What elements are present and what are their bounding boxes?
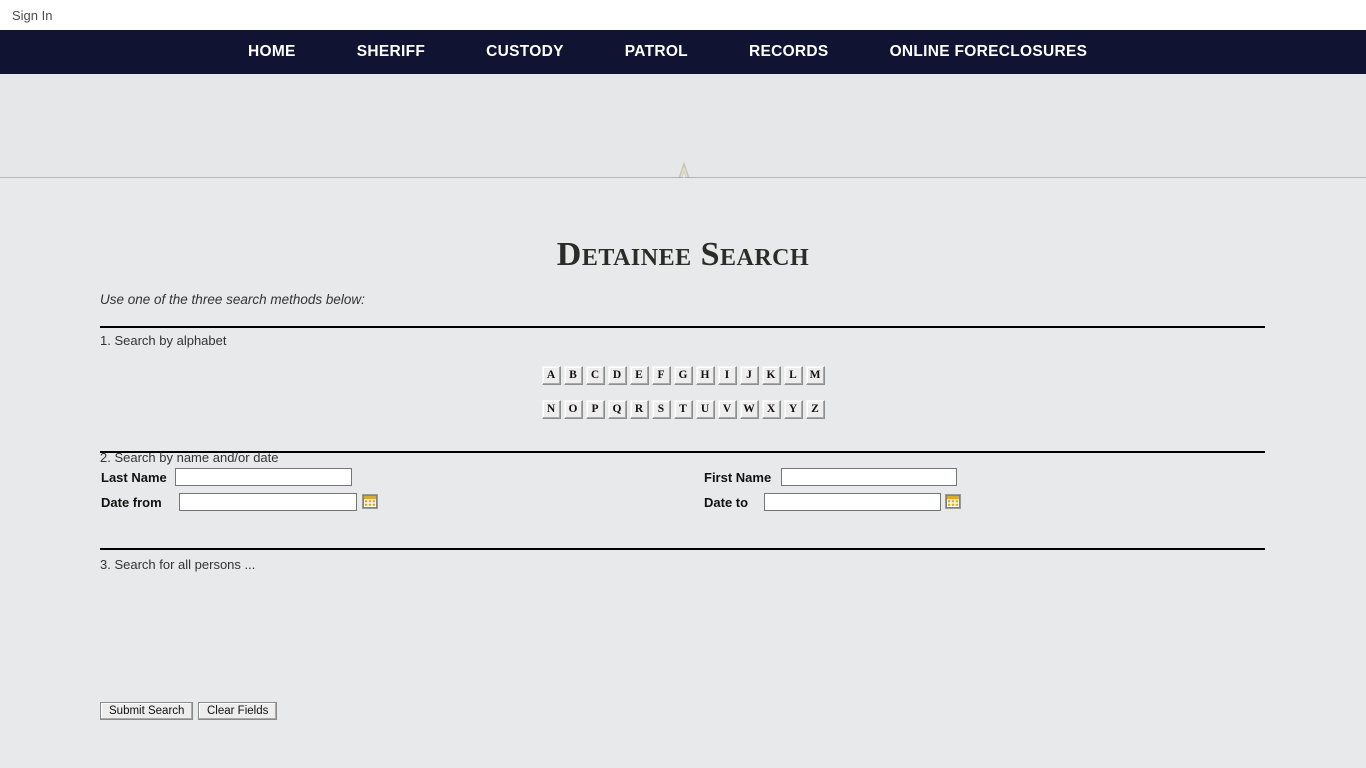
alpha-button-c[interactable]: C: [585, 366, 605, 385]
last-name-label: Last Name: [101, 470, 167, 485]
nav-item-online-foreclosures[interactable]: ONLINE FORECLOSURES: [890, 43, 1088, 61]
divider-1: [100, 326, 1265, 328]
nav-item-sheriff[interactable]: SHERIFF: [357, 43, 425, 61]
alpha-button-d[interactable]: D: [607, 366, 627, 385]
alpha-button-x[interactable]: X: [761, 400, 781, 419]
calendar-icon: [946, 495, 960, 508]
sign-in-link[interactable]: Sign In: [12, 8, 52, 23]
intro-note: Use one of the three search methods belo…: [100, 292, 365, 307]
page-title: Detainee Search: [556, 235, 810, 273]
alpha-button-k[interactable]: K: [761, 366, 781, 385]
site-header: ENHANCED BY Google SHERIFF'S KANE COUNTY…: [0, 74, 1366, 225]
alpha-button-l[interactable]: L: [783, 366, 803, 385]
nav-item-custody[interactable]: CUSTODY: [486, 43, 564, 61]
submit-search-button[interactable]: Submit Search: [100, 702, 194, 720]
alpha-button-w[interactable]: W: [739, 400, 759, 419]
section-3-label: 3. Search for all persons ...: [100, 557, 256, 572]
alpha-button-n[interactable]: N: [541, 400, 561, 419]
alpha-button-s[interactable]: S: [651, 400, 671, 419]
date-to-label: Date to: [704, 495, 749, 510]
first-name-label: First Name: [704, 470, 772, 485]
alpha-button-b[interactable]: B: [563, 366, 583, 385]
alpha-button-z[interactable]: Z: [805, 400, 825, 419]
calendar-icon-date-to[interactable]: [945, 494, 961, 509]
alphabet-row-bottom: N O P Q R S T U V W X Y Z: [0, 400, 1366, 419]
main-navigation: HOME SHERIFF CUSTODY PATROL RECORDS ONLI…: [0, 30, 1366, 74]
section-2-label: 2. Search by name and/or date: [100, 450, 279, 465]
alpha-button-v[interactable]: V: [717, 400, 737, 419]
nav-item-home[interactable]: HOME: [248, 43, 296, 61]
detainee-search-page: Detainee Search Use one of the three sea…: [0, 178, 1366, 768]
alpha-button-y[interactable]: Y: [783, 400, 803, 419]
alpha-button-t[interactable]: T: [673, 400, 693, 419]
last-name-input[interactable]: [175, 468, 352, 486]
calendar-icon-date-from[interactable]: [362, 494, 378, 509]
alpha-button-r[interactable]: R: [629, 400, 649, 419]
section-1-label: 1. Search by alphabet: [100, 333, 227, 348]
alpha-button-a[interactable]: A: [541, 366, 561, 385]
alpha-button-f[interactable]: F: [651, 366, 671, 385]
alpha-button-q[interactable]: Q: [607, 400, 627, 419]
date-from-label: Date from: [101, 495, 162, 510]
alpha-button-o[interactable]: O: [563, 400, 583, 419]
top-utility-bar: Sign In: [0, 0, 1366, 30]
alpha-button-j[interactable]: J: [739, 366, 759, 385]
alpha-button-i[interactable]: I: [717, 366, 737, 385]
alpha-button-g[interactable]: G: [673, 366, 693, 385]
date-to-input[interactable]: [764, 493, 941, 511]
alpha-button-e[interactable]: E: [629, 366, 649, 385]
nav-item-patrol[interactable]: PATROL: [625, 43, 688, 61]
first-name-input[interactable]: [781, 468, 957, 486]
date-from-input[interactable]: [179, 493, 357, 511]
clear-fields-button[interactable]: Clear Fields: [198, 702, 278, 720]
alpha-button-h[interactable]: H: [695, 366, 715, 385]
alphabet-row-top: A B C D E F G H I J K L M: [0, 366, 1366, 385]
alpha-button-p[interactable]: P: [585, 400, 605, 419]
nav-item-records[interactable]: RECORDS: [749, 43, 829, 61]
divider-3: [100, 548, 1265, 550]
alpha-button-u[interactable]: U: [695, 400, 715, 419]
alpha-button-m[interactable]: M: [805, 366, 825, 385]
calendar-icon: [363, 495, 377, 508]
